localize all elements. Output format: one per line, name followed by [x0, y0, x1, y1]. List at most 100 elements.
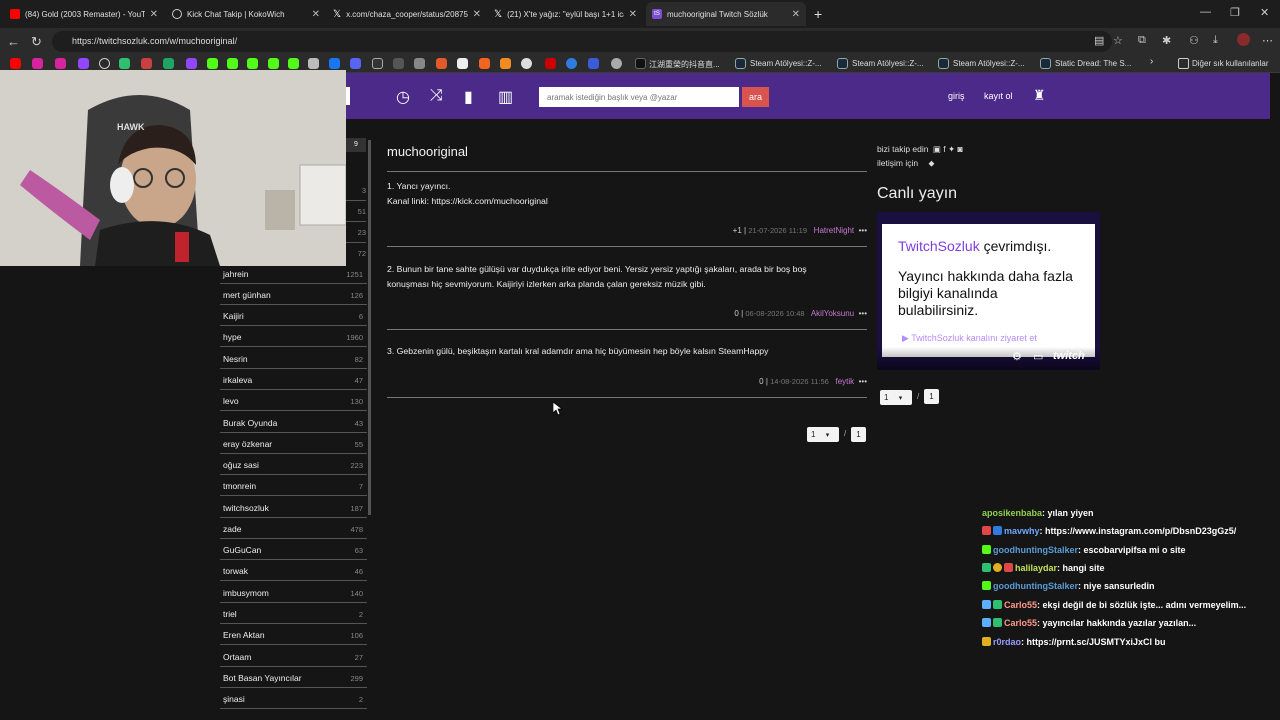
sidebar-item[interactable]: Nesrin 82: [220, 349, 367, 369]
close-icon[interactable]: ✕: [312, 9, 320, 20]
close-icon[interactable]: ✕: [473, 9, 481, 20]
sidebar-item[interactable]: tmonrein 7: [220, 476, 367, 496]
extensions-icon[interactable]: ✱: [1162, 34, 1171, 47]
bookmark-label[interactable]: Static Dread: The S...: [1055, 59, 1131, 68]
app-bookmark-icon[interactable]: [372, 58, 383, 69]
app-bookmark-icon[interactable]: [500, 58, 511, 69]
sidebar-item[interactable]: levo 130: [220, 391, 367, 411]
page-select[interactable]: 1 ▾: [880, 390, 912, 405]
kick-bookmark-icon[interactable]: [207, 58, 218, 69]
bookmark-label[interactable]: Steam Atölyesi::Z-...: [852, 59, 924, 68]
close-icon[interactable]: ✕: [792, 9, 800, 20]
instagram-bookmark-icon[interactable]: [32, 58, 43, 69]
app-bookmark-icon[interactable]: [521, 58, 532, 69]
play-bookmark-icon[interactable]: [566, 58, 577, 69]
sidebar-item[interactable]: mert günhan 126: [220, 285, 367, 305]
sidebar-item[interactable]: torwak 46: [220, 561, 367, 581]
clock-icon[interactable]: ◷: [396, 87, 410, 107]
steam-bookmark-icon[interactable]: [1040, 58, 1051, 69]
kick-bookmark-icon[interactable]: [247, 58, 258, 69]
twitch-embed[interactable]: TwitchSozluk çevrimdışı. Yayıncı hakkınd…: [877, 212, 1100, 370]
maximize-icon[interactable]: ❐: [1230, 6, 1240, 19]
discord-bookmark-icon[interactable]: [350, 58, 361, 69]
tab-youtube[interactable]: (84) Gold (2003 Remaster) - YouTube ✕: [4, 2, 164, 26]
kick-bookmark-icon[interactable]: [288, 58, 299, 69]
app-bookmark-icon[interactable]: [588, 58, 599, 69]
sidebar-item[interactable]: hype 1960: [220, 327, 367, 347]
twitch-channel-name[interactable]: TwitchSozluk: [898, 238, 980, 254]
twitch-logo[interactable]: twitch: [1053, 350, 1085, 362]
other-bookmarks-label[interactable]: Diğer sık kullanılanlar: [1192, 59, 1268, 68]
shuffle-icon[interactable]: ⤨: [430, 87, 443, 105]
bookmark-label[interactable]: Steam Atölyesi::Z-...: [953, 59, 1025, 68]
more-icon[interactable]: ⋯: [1262, 34, 1273, 47]
sidebar-item[interactable]: triel 2: [220, 604, 367, 624]
sidebar-item[interactable]: Bot Basan Yayıncılar 299: [220, 668, 367, 688]
sidebar-item[interactable]: zade 478: [220, 519, 367, 539]
twitch-icon[interactable]: ▣: [933, 144, 941, 154]
bookmark-label[interactable]: 江湖重榮的抖音直...: [649, 59, 720, 70]
more-options-icon[interactable]: •••: [859, 309, 867, 318]
settings-gear-icon[interactable]: ⚙: [1012, 350, 1022, 363]
tag-icon[interactable]: ⬥: [928, 158, 934, 168]
close-icon[interactable]: ✕: [150, 9, 158, 20]
sidebar-item[interactable]: Burak Oyunda 43: [220, 413, 367, 433]
stats-icon[interactable]: ▥: [498, 87, 513, 107]
sidebar-item[interactable]: oğuz sasi 223: [220, 455, 367, 475]
twitch-bookmark-icon[interactable]: [186, 58, 197, 69]
total-pages-button[interactable]: 1: [924, 389, 939, 404]
app-bookmark-icon[interactable]: [479, 58, 490, 69]
twitch-visit-link[interactable]: ▶ TwitchSozluk kanalını ziyaret et: [902, 333, 1037, 344]
minimize-icon[interactable]: —: [1200, 6, 1211, 18]
download-icon[interactable]: ⤓: [1213, 34, 1218, 47]
page-title[interactable]: muchooriginal: [387, 144, 468, 159]
kick-bookmark-icon[interactable]: [268, 58, 279, 69]
sidebar-item[interactable]: twitchsozluk 187: [220, 498, 367, 518]
twitter-icon[interactable]: ✦: [948, 144, 955, 154]
sidebar-item[interactable]: irkaleva 47: [220, 370, 367, 390]
sidebar-item[interactable]: GuGuCan 63: [220, 540, 367, 560]
entry-date[interactable]: 21-07-2026 11:19: [748, 226, 807, 235]
tab-x-status[interactable]: 𝕏 x.com/chaza_cooper/status/20875 ✕: [327, 2, 487, 26]
sidebar-item[interactable]: Eren Aktan 106: [220, 625, 367, 645]
sidebar-item[interactable]: Kaijiri 6: [220, 306, 367, 326]
tab-twitchsozluk[interactable]: tS muchooriginal Twitch Sözlük ✕: [646, 2, 806, 26]
grid-bookmark-icon[interactable]: [119, 58, 130, 69]
collections-icon[interactable]: ⚇: [1189, 34, 1199, 47]
entry-author[interactable]: HatretNight: [814, 226, 854, 235]
facebook-icon[interactable]: f: [943, 144, 945, 154]
back-icon[interactable]: ←: [7, 34, 20, 49]
anchor-bookmark-icon[interactable]: [308, 58, 319, 69]
more-options-icon[interactable]: •••: [859, 226, 867, 235]
tab-x-post[interactable]: 𝕏 (21) X'te yağız: "eylül başı 1+1 icar …: [488, 2, 643, 26]
lamp-icon[interactable]: ♜: [1033, 87, 1046, 104]
page-select[interactable]: 1 ▾: [807, 427, 839, 442]
more-options-icon[interactable]: •••: [859, 377, 867, 386]
sidebar-item[interactable]: eray özkenar 55: [220, 434, 367, 454]
sidebar-item[interactable]: jahrein 1251: [220, 264, 367, 284]
reddit-bookmark-icon[interactable]: [436, 58, 447, 69]
favorite-star-icon[interactable]: ☆: [1113, 34, 1123, 47]
search-input[interactable]: [539, 87, 739, 107]
close-icon[interactable]: ✕: [629, 9, 637, 20]
gmail-bookmark-icon[interactable]: [141, 58, 152, 69]
steam-bookmark-icon[interactable]: [938, 58, 949, 69]
app-bookmark-icon[interactable]: [393, 58, 404, 69]
total-pages-button[interactable]: 1: [851, 427, 866, 442]
steam-bookmark-icon[interactable]: [837, 58, 848, 69]
drive-bookmark-icon[interactable]: [163, 58, 174, 69]
bookmark-label[interactable]: Steam Atölyesi::Z-...: [750, 59, 822, 68]
register-link[interactable]: kayıt ol: [984, 91, 1013, 101]
steam-bookmark-icon[interactable]: [735, 58, 746, 69]
instagram-icon[interactable]: ◙: [958, 144, 963, 154]
reader-icon[interactable]: ▤: [1094, 34, 1104, 47]
cast-icon[interactable]: ▭: [1033, 350, 1043, 363]
avatar[interactable]: [1237, 33, 1250, 46]
url-field[interactable]: https://twitchsozluk.com/w/muchooriginal…: [52, 31, 1112, 52]
kick-bookmark-icon[interactable]: [227, 58, 238, 69]
reload-icon[interactable]: ↻: [31, 34, 42, 50]
app-bookmark-icon[interactable]: [545, 58, 556, 69]
login-link[interactable]: giriş: [948, 91, 965, 101]
app-bookmark-icon[interactable]: [611, 58, 622, 69]
sidebar-item[interactable]: şinasi 2: [220, 689, 367, 709]
